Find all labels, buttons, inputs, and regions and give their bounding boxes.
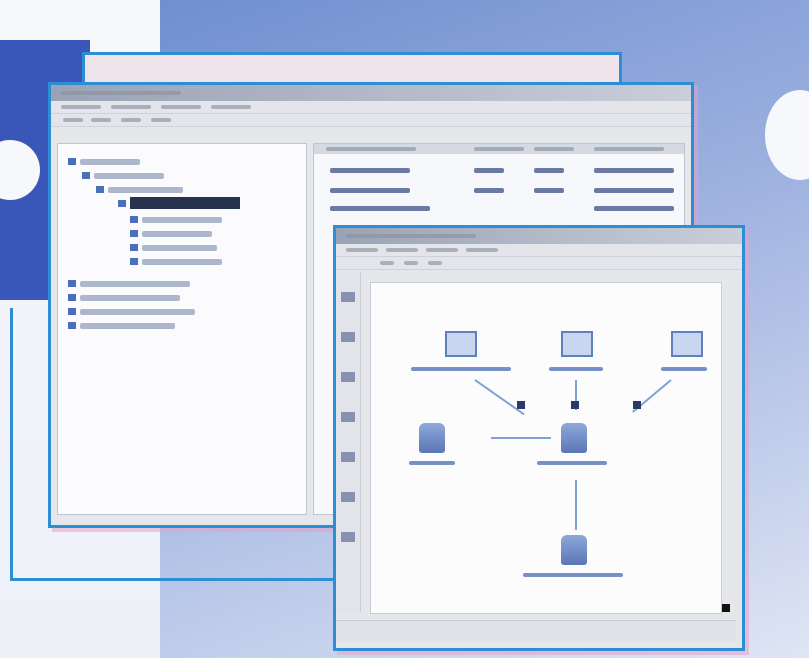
folder-icon <box>68 308 76 315</box>
arrow-icon <box>491 437 551 439</box>
arrow-icon <box>474 379 525 416</box>
arrow-icon <box>517 401 525 409</box>
folder-icon <box>130 244 138 251</box>
explorer-menu-item[interactable] <box>61 105 101 109</box>
decorative-frame-outline <box>82 52 622 85</box>
person-icon[interactable] <box>561 535 587 565</box>
diagram-menu-item[interactable] <box>346 248 378 252</box>
tree-item[interactable] <box>142 245 217 251</box>
folder-icon <box>118 200 126 207</box>
diagram-toolbar <box>336 257 742 270</box>
side-tool-icon[interactable] <box>341 292 355 302</box>
list-cell[interactable] <box>330 206 430 211</box>
explorer-titlebar <box>51 85 691 101</box>
list-cell[interactable] <box>474 168 504 173</box>
server-icon[interactable] <box>561 331 593 357</box>
side-tool-icon[interactable] <box>341 532 355 542</box>
toolbar-icon[interactable] <box>121 118 141 122</box>
tree-item-selected[interactable] <box>130 197 240 209</box>
diagram-titlebar <box>336 228 742 244</box>
person-icon[interactable] <box>561 423 587 453</box>
explorer-menu-item[interactable] <box>161 105 201 109</box>
diagram-tool-icon[interactable] <box>404 261 418 265</box>
tree-item[interactable] <box>108 187 183 193</box>
tree-item[interactable] <box>80 323 175 329</box>
list-cell[interactable] <box>534 188 564 193</box>
arrow-icon <box>633 401 641 409</box>
node-label <box>549 367 603 371</box>
diagram-statusbar <box>336 620 736 641</box>
folder-icon <box>96 186 104 193</box>
list-cell[interactable] <box>594 188 674 193</box>
toolbar-icon[interactable] <box>63 118 83 122</box>
side-tool-icon[interactable] <box>341 372 355 382</box>
tree-item[interactable] <box>80 309 195 315</box>
tree-item[interactable] <box>80 281 190 287</box>
list-cell[interactable] <box>594 206 674 211</box>
list-cell[interactable] <box>330 168 410 173</box>
node-label <box>537 461 607 465</box>
tree-item[interactable] <box>142 231 212 237</box>
explorer-toolbar <box>51 114 691 127</box>
folder-icon <box>68 322 76 329</box>
node-label <box>661 367 707 371</box>
folder-icon <box>68 294 76 301</box>
node-label <box>409 461 455 465</box>
folder-icon <box>82 172 90 179</box>
arrow-icon <box>571 401 579 409</box>
explorer-menu-item[interactable] <box>211 105 251 109</box>
toolbar-icon[interactable] <box>91 118 111 122</box>
list-cell[interactable] <box>474 188 504 193</box>
explorer-menu-item[interactable] <box>111 105 151 109</box>
toolbar-icon[interactable] <box>151 118 171 122</box>
folder-icon <box>68 280 76 287</box>
tree-item[interactable] <box>80 295 180 301</box>
list-cell[interactable] <box>534 168 564 173</box>
tree-item[interactable] <box>94 173 164 179</box>
arrow-icon <box>575 480 577 530</box>
side-tool-icon[interactable] <box>341 332 355 342</box>
list-header-cell[interactable] <box>326 147 416 151</box>
node-label <box>411 367 511 371</box>
folder-icon <box>130 230 138 237</box>
tree-pane[interactable] <box>57 143 307 515</box>
folder-icon <box>130 258 138 265</box>
side-tool-icon[interactable] <box>341 412 355 422</box>
node-label <box>523 573 623 577</box>
diagram-menu-item[interactable] <box>386 248 418 252</box>
tree-item[interactable] <box>142 217 222 223</box>
folder-icon <box>130 216 138 223</box>
server-icon[interactable] <box>671 331 703 357</box>
side-tool-icon[interactable] <box>341 492 355 502</box>
explorer-menubar <box>51 101 691 114</box>
diagram-side-toolbar <box>336 272 361 612</box>
diagram-menubar <box>336 244 742 257</box>
list-header-cell[interactable] <box>474 147 524 151</box>
diagram-canvas[interactable] <box>370 282 722 614</box>
list-cell[interactable] <box>594 168 674 173</box>
list-cell[interactable] <box>330 188 410 193</box>
tree-item[interactable] <box>142 259 222 265</box>
person-icon[interactable] <box>419 423 445 453</box>
server-icon[interactable] <box>445 331 477 357</box>
diagram-menu-item[interactable] <box>426 248 458 252</box>
diagram-tool-icon[interactable] <box>380 261 394 265</box>
diagram-title <box>346 234 476 238</box>
diagram-menu-item[interactable] <box>466 248 498 252</box>
resize-grip[interactable] <box>722 604 730 612</box>
explorer-title <box>61 91 181 95</box>
list-header-cell[interactable] <box>594 147 664 151</box>
diagram-tool-icon[interactable] <box>428 261 442 265</box>
diagram-window <box>333 225 745 651</box>
side-tool-icon[interactable] <box>341 452 355 462</box>
list-header-cell[interactable] <box>534 147 574 151</box>
folder-icon <box>68 158 76 165</box>
tree-item[interactable] <box>80 159 140 165</box>
